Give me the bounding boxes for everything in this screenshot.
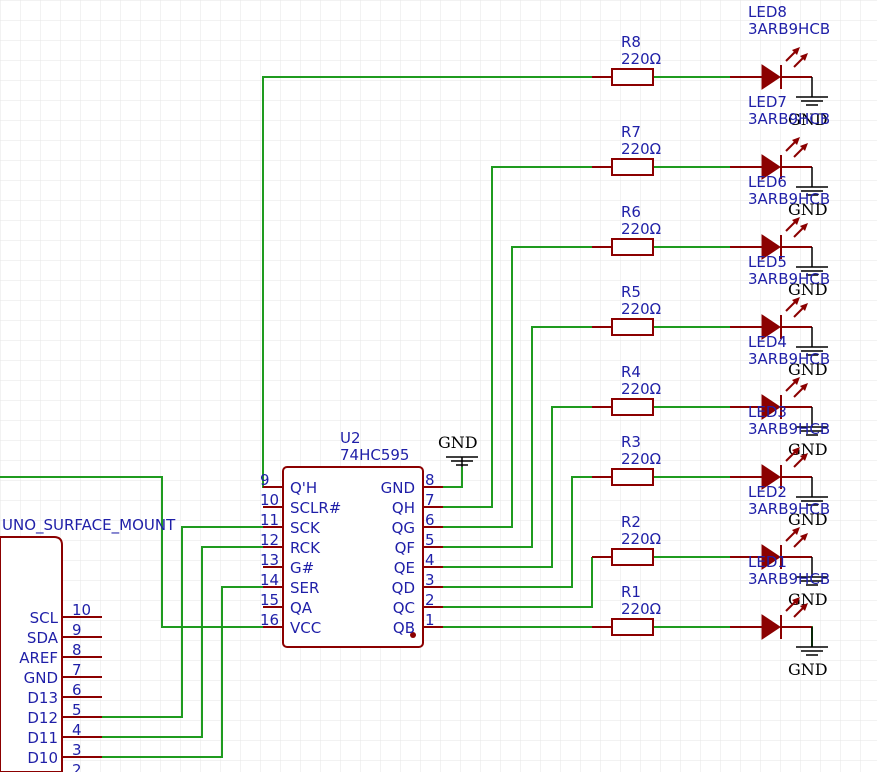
chip-pin-number: 6 bbox=[425, 511, 435, 529]
led-part: 3ARB9HCB bbox=[748, 190, 830, 208]
arduino-pin-name: AREF bbox=[19, 649, 58, 667]
chip-pin-name: VCC bbox=[290, 619, 321, 637]
grid-background bbox=[0, 0, 877, 772]
chip-part: 74HC595 bbox=[340, 446, 409, 464]
led-part: 3ARB9HCB bbox=[748, 420, 830, 438]
chip-pin-name: QB bbox=[393, 619, 415, 637]
chip-pin-name: QF bbox=[395, 539, 415, 557]
arduino-pin-number: 5 bbox=[72, 701, 82, 719]
chip-pin-number: 2 bbox=[425, 591, 435, 609]
schematic-canvas[interactable]: R8220ΩGNDLED83ARB9HCBR7220ΩGNDLED73ARB9H… bbox=[0, 0, 877, 772]
arduino-pin-name: SCL bbox=[30, 609, 59, 627]
led-part: 3ARB9HCB bbox=[748, 500, 830, 518]
arduino-pin-name: D12 bbox=[27, 709, 58, 727]
chip-pin-number: 15 bbox=[260, 591, 279, 609]
resistor-body[interactable] bbox=[611, 548, 654, 566]
led-ref: LED8 bbox=[748, 3, 787, 21]
led-part: 3ARB9HCB bbox=[748, 20, 830, 38]
arduino-pin-number: 10 bbox=[72, 601, 91, 619]
led-part: 3ARB9HCB bbox=[748, 110, 830, 128]
led-part: 3ARB9HCB bbox=[748, 270, 830, 288]
arduino-pin-name: SDA bbox=[27, 629, 59, 647]
resistor-value: 220Ω bbox=[621, 600, 661, 618]
chip-pin-name: QH bbox=[392, 499, 415, 517]
arduino-pin-number: 2 bbox=[72, 761, 82, 772]
chip-pin-name: Q'H bbox=[290, 479, 317, 497]
arduino-pin-name: D11 bbox=[27, 729, 58, 747]
led-ref: LED3 bbox=[748, 403, 787, 421]
led-ref: LED4 bbox=[748, 333, 787, 351]
chip-pin-name: SER bbox=[290, 579, 319, 597]
resistor-body[interactable] bbox=[611, 318, 654, 336]
led-gnd-label: GND bbox=[788, 660, 828, 679]
arduino-pin-number: 8 bbox=[72, 641, 82, 659]
resistor-body[interactable] bbox=[611, 398, 654, 416]
arduino-pin-number: 3 bbox=[72, 741, 82, 759]
arduino-name: UNO_SURFACE_MOUNT bbox=[2, 516, 176, 535]
resistor-body[interactable] bbox=[611, 238, 654, 256]
resistor-ref: R6 bbox=[621, 203, 641, 221]
chip-pin-name: G# bbox=[290, 559, 314, 577]
chip-pin-number: 11 bbox=[260, 511, 279, 529]
resistor-ref: R4 bbox=[621, 363, 641, 381]
led-ref: LED6 bbox=[748, 173, 787, 191]
chip-pin-name: RCK bbox=[290, 539, 321, 557]
led-ref: LED1 bbox=[748, 553, 787, 571]
resistor-ref: R5 bbox=[621, 283, 641, 301]
led-ref: LED2 bbox=[748, 483, 787, 501]
chip-pin-name: QE bbox=[394, 559, 415, 577]
led-ref: LED7 bbox=[748, 93, 787, 111]
chip-designator: U2 bbox=[340, 429, 361, 447]
chip-pin-name: QG bbox=[392, 519, 415, 537]
resistor-value: 220Ω bbox=[621, 300, 661, 318]
resistor-value: 220Ω bbox=[621, 380, 661, 398]
chip-pin-name: QC bbox=[393, 599, 415, 617]
chip-pin-name: QD bbox=[392, 579, 415, 597]
chip-pin-name: GND bbox=[381, 479, 415, 497]
resistor-body[interactable] bbox=[611, 158, 654, 176]
chip-pin-number: 16 bbox=[260, 611, 279, 629]
chip-pin-name: QA bbox=[290, 599, 313, 617]
chip-pin-number: 3 bbox=[425, 571, 435, 589]
resistor-ref: R8 bbox=[621, 33, 641, 51]
chip-pin-number: 10 bbox=[260, 491, 279, 509]
resistor-body[interactable] bbox=[611, 468, 654, 486]
resistor-value: 220Ω bbox=[621, 50, 661, 68]
resistor-ref: R2 bbox=[621, 513, 641, 531]
chip-pin-number: 12 bbox=[260, 531, 279, 549]
arduino-pin-number: 6 bbox=[72, 681, 82, 699]
arduino-pin-name: D10 bbox=[27, 749, 58, 767]
led-ref: LED5 bbox=[748, 253, 787, 271]
resistor-ref: R1 bbox=[621, 583, 641, 601]
arduino-pin-number: 7 bbox=[72, 661, 82, 679]
arduino-pin-number: 9 bbox=[72, 621, 82, 639]
resistor-body[interactable] bbox=[611, 68, 654, 86]
led-part: 3ARB9HCB bbox=[748, 350, 830, 368]
chip-pin-number: 13 bbox=[260, 551, 279, 569]
led-part: 3ARB9HCB bbox=[748, 570, 830, 588]
resistor-body[interactable] bbox=[611, 618, 654, 636]
arduino-pin-name: GND bbox=[24, 669, 58, 687]
arduino-pin-name: D13 bbox=[27, 689, 58, 707]
resistor-value: 220Ω bbox=[621, 220, 661, 238]
arduino-pin-number: 4 bbox=[72, 721, 82, 739]
resistor-value: 220Ω bbox=[621, 140, 661, 158]
chip-pin-name: SCK bbox=[290, 519, 321, 537]
chip-pin-number: 9 bbox=[260, 471, 270, 489]
chip-pin-number: 4 bbox=[425, 551, 435, 569]
chip-pin-name: SCLR# bbox=[290, 499, 341, 517]
resistor-value: 220Ω bbox=[621, 450, 661, 468]
chip-pin-number: 1 bbox=[425, 611, 435, 629]
resistor-value: 220Ω bbox=[621, 530, 661, 548]
gnd-label-chip: GND bbox=[438, 433, 478, 452]
chip-pin-number: 8 bbox=[425, 471, 435, 489]
chip-pin-number: 7 bbox=[425, 491, 435, 509]
resistor-ref: R3 bbox=[621, 433, 641, 451]
chip-pin-number: 14 bbox=[260, 571, 279, 589]
resistor-ref: R7 bbox=[621, 123, 641, 141]
chip-pin-number: 5 bbox=[425, 531, 435, 549]
